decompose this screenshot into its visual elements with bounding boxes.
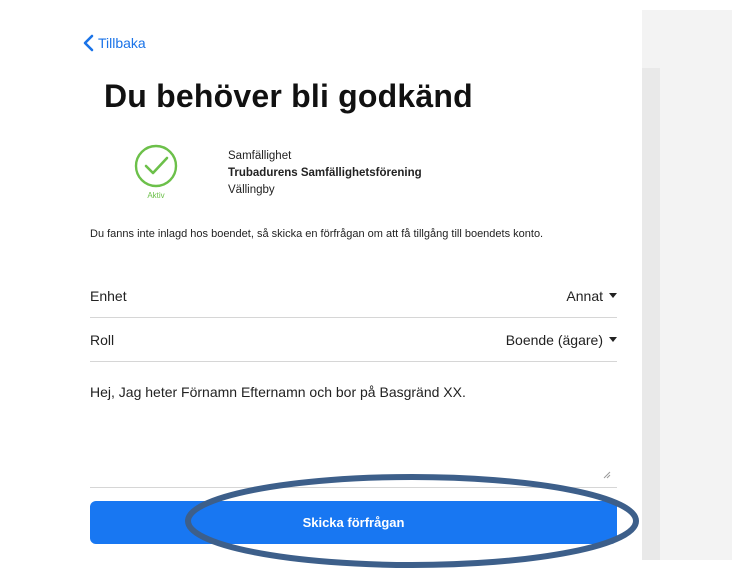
chevron-left-icon (83, 34, 94, 52)
status-label: Aktiv (147, 191, 165, 200)
status-indicator: Aktiv (126, 142, 186, 200)
unit-field: Enhet Annat (90, 274, 617, 318)
organization-details: Samfällighet Trubadurens Samfällighetsfö… (228, 148, 422, 199)
organization-type: Samfällighet (228, 150, 292, 162)
content-panel: Tillbaka Du behöver bli godkänd Aktiv Sa… (10, 10, 642, 560)
organization-name: Trubadurens Samfällighetsförening (228, 167, 422, 179)
app-frame: Tillbaka Du behöver bli godkänd Aktiv Sa… (10, 10, 732, 560)
role-field: Roll Boende (ägare) (90, 318, 617, 362)
page-title: Du behöver bli godkänd (104, 78, 473, 114)
info-text: Du fanns inte inlagd hos boendet, så ski… (90, 228, 544, 240)
caret-down-icon (609, 337, 617, 342)
organization-location: Vällingby (228, 184, 275, 196)
unit-select[interactable]: Annat (566, 288, 617, 304)
message-textarea[interactable]: Hej, Jag heter Förnamn Efternamn och bor… (90, 370, 617, 488)
back-label: Tillbaka (98, 35, 146, 51)
role-label: Roll (90, 331, 115, 348)
back-button[interactable]: Tillbaka (82, 34, 146, 52)
organization-card: Aktiv Samfällighet Trubadurens Samfällig… (126, 142, 422, 200)
side-strip (642, 68, 660, 560)
caret-down-icon (609, 293, 617, 298)
send-request-button[interactable]: Skicka förfrågan (90, 501, 617, 544)
message-text: Hej, Jag heter Förnamn Efternamn och bor… (90, 384, 466, 400)
check-circle-icon (134, 144, 178, 188)
unit-value: Annat (566, 287, 603, 304)
role-select[interactable]: Boende (ägare) (506, 332, 617, 348)
role-value: Boende (ägare) (505, 331, 603, 348)
unit-label: Enhet (90, 287, 127, 304)
resize-grip-icon[interactable] (601, 469, 611, 479)
